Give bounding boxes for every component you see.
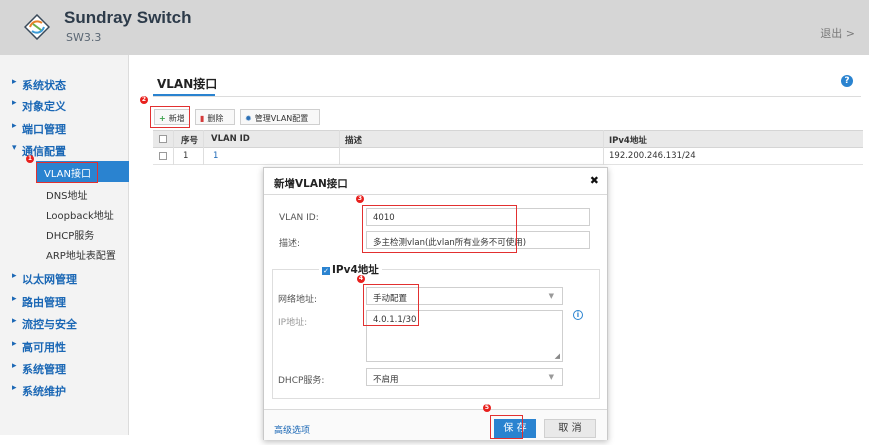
- row-vlan-id-link[interactable]: 1: [213, 151, 218, 161]
- dhcp-service-value: 不启用: [373, 375, 399, 385]
- sidebar-item-system-maintenance[interactable]: 系统维护: [12, 383, 66, 399]
- tab-divider: [153, 96, 861, 97]
- ipv4-checkbox[interactable]: ✓: [322, 267, 330, 275]
- annotation-box-save: [490, 415, 523, 439]
- annotation-box-ip-fields: [363, 284, 419, 326]
- row-index: 1: [183, 151, 189, 161]
- sidebar-item-ethernet[interactable]: 以太网管理: [12, 271, 77, 287]
- manage-vlan-button[interactable]: ✹ 管理VLAN配置: [240, 109, 320, 125]
- step-badge-2: 2: [140, 96, 148, 104]
- column-divider: [603, 130, 604, 165]
- gear-icon: ✹: [245, 114, 252, 123]
- header-description: 描述: [345, 136, 363, 146]
- sidebar-subitem-loopback[interactable]: Loopback地址: [46, 207, 114, 222]
- header-index: 序号: [181, 136, 199, 146]
- version-label: SW3.3: [66, 31, 102, 44]
- select-all-checkbox[interactable]: [159, 135, 167, 143]
- sidebar-item-object-definition[interactable]: 对象定义: [12, 98, 66, 114]
- sidebar-item-high-availability[interactable]: 高可用性: [12, 339, 66, 355]
- cancel-button[interactable]: 取 消: [544, 419, 596, 438]
- dhcp-service-select[interactable]: 不启用 ▼: [366, 368, 563, 386]
- description-label: 描述:: [279, 239, 301, 249]
- column-divider: [339, 130, 340, 165]
- sidebar-subitem-dhcp[interactable]: DHCP服务: [46, 227, 94, 242]
- sidebar-item-flow-security[interactable]: 流控与安全: [12, 316, 77, 332]
- info-icon[interactable]: i: [573, 310, 583, 320]
- sidebar-subitem-dns[interactable]: DNS地址: [46, 187, 88, 202]
- row-ipv4: 192.200.246.131/24: [609, 151, 696, 161]
- trash-icon: ▮: [200, 114, 205, 123]
- dhcp-service-label: DHCP服务:: [278, 376, 325, 386]
- sidebar-item-routing[interactable]: 路由管理: [12, 294, 66, 310]
- brand-title: Sundray Switch: [64, 8, 192, 27]
- chevron-down-icon: ▼: [548, 292, 554, 300]
- sidebar-subitem-arp[interactable]: ARP地址表配置: [46, 247, 116, 262]
- table-header: 序号 VLAN ID 描述 IPv4地址: [153, 130, 863, 148]
- row-checkbox[interactable]: [159, 152, 167, 160]
- sundray-logo-icon: [24, 14, 50, 40]
- delete-button-label: 删除: [207, 114, 224, 123]
- sidebar-item-system-status[interactable]: 系统状态: [12, 77, 66, 93]
- ip-address-label: IP地址:: [278, 318, 308, 328]
- header-ipv4: IPv4地址: [609, 136, 647, 146]
- logout-link[interactable]: 退出 >: [820, 25, 855, 41]
- delete-button[interactable]: ▮ 删除: [195, 109, 235, 125]
- step-badge-3: 3: [356, 195, 364, 203]
- manage-vlan-button-label: 管理VLAN配置: [254, 114, 309, 123]
- dialog-title-divider: [264, 194, 607, 195]
- column-divider: [203, 130, 204, 165]
- ipv4-group-label: IPv4地址: [332, 264, 379, 276]
- annotation-box-add: [150, 106, 190, 128]
- annotation-box-vlan-interface: [36, 162, 98, 183]
- column-divider: [173, 130, 174, 165]
- help-icon[interactable]: ?: [841, 75, 853, 87]
- header-vlan-id: VLAN ID: [211, 134, 250, 144]
- vlan-id-label: VLAN ID:: [279, 213, 319, 223]
- app-header: Sundray Switch SW3.3 退出 >: [0, 0, 869, 55]
- annotation-box-vlan-fields: [362, 205, 517, 253]
- step-badge-5: 5: [483, 404, 491, 412]
- resize-handle-icon[interactable]: ◢: [555, 352, 560, 360]
- step-badge-1: 1: [26, 155, 34, 163]
- table-row[interactable]: 1 1 192.200.246.131/24: [153, 148, 863, 165]
- advanced-options-link[interactable]: 高级选项: [274, 423, 310, 436]
- step-badge-4: 4: [357, 275, 365, 283]
- chevron-down-icon: ▼: [548, 373, 554, 381]
- sidebar-item-port-management[interactable]: 端口管理: [12, 121, 66, 137]
- sidebar: 系统状态 对象定义 端口管理 通信配置 VLAN接口 DNS地址 Loopbac…: [0, 55, 129, 435]
- sidebar-item-system-management[interactable]: 系统管理: [12, 361, 66, 377]
- network-address-label: 网络地址:: [278, 295, 318, 305]
- ipv4-group-title[interactable]: ✓ IPv4地址: [319, 262, 382, 277]
- tab-vlan-interface[interactable]: VLAN接口: [157, 75, 217, 92]
- dialog-title: 新增VLAN接口: [274, 178, 348, 190]
- close-icon[interactable]: ✖: [590, 174, 599, 187]
